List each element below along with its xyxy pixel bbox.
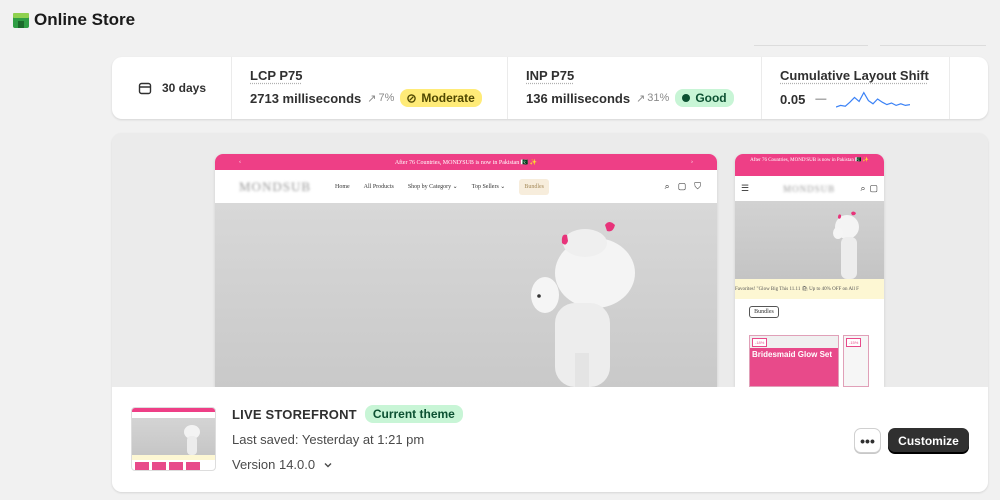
theme-preview[interactable]: ‹ After 76 Countries, MOND'SUB is now in… [112,133,988,387]
cart-icon: ⛉ [694,181,701,191]
theme-details: LIVE STOREFRONT Current theme Last saved… [232,405,463,472]
more-actions-button[interactable]: ••• [854,428,881,453]
store-nav: MONDSUB Home All Products Shop by Catego… [215,170,717,203]
web-vitals-bar: 30 days LCP P75 2713 milliseconds ↗ 7% M… [112,57,988,119]
page-title: Online Store [34,10,136,29]
bundles-heading: Bundles [749,306,779,318]
mobile-nav: ☰ MONDSUB ⌕ ▢ [735,176,884,201]
arrow-up-right-icon: ↗ [367,92,377,105]
metric-label: Cumulative Layout Shift [780,68,929,83]
figure-image [531,222,635,387]
version-label: Version 14.0.0 [232,457,316,472]
metric-value: 0.05 [780,91,806,107]
metric-trend: ↗ 7% [367,92,395,105]
nav-home: Home [335,183,350,190]
metric-lcp[interactable]: LCP P75 2713 milliseconds ↗ 7% Moderate [232,57,508,119]
theme-info: LIVE STOREFRONT Current theme Last saved… [112,387,988,492]
arrow-up-right-icon: ↗ [636,92,646,105]
nav-shop-by-category: Shop by Category ⌄ [407,184,458,190]
desktop-preview: ‹ After 76 Countries, MOND'SUB is now in… [215,154,717,387]
product-card: -18% Bridesmaid Glow Set [749,335,839,387]
date-range-selector[interactable]: 30 days [112,57,232,119]
theme-title: LIVE STOREFRONT [232,406,357,422]
chevron-down-icon [324,462,332,467]
figure-image [833,211,859,279]
bag-icon: ▢ [869,183,878,193]
metric-label: LCP P75 [250,68,303,83]
chevron-left-icon: ‹ [239,159,241,165]
last-saved: Last saved: Yesterday at 1:21 pm [232,432,425,447]
figure-image [184,425,200,455]
discount-tag: -15% [846,338,862,347]
hidden-tab [754,38,868,46]
current-theme-badge: Current theme [364,405,463,423]
metric-label: INP P75 [526,68,575,83]
announcement-bar: ‹ After 76 Countries, MOND'SUB is now in… [215,154,717,170]
discount-tag: -18% [752,338,768,347]
mobile-preview: After 76 Countries, MOND'SUB is now in P… [735,154,884,387]
brand-logo: MONDSUB [239,178,312,194]
metric-cls[interactable]: Cumulative Layout Shift 0.05 — [762,57,950,119]
store-icon [13,13,29,28]
theme-card: ‹ After 76 Countries, MOND'SUB is now in… [112,133,988,492]
hidden-tab [880,38,986,46]
gauge-icon [407,93,417,103]
menu-icon: ☰ [741,183,750,193]
metric-value: 136 milliseconds [526,90,631,106]
metric-trend: ↗ 31% [636,92,670,105]
date-range-label: 30 days [162,81,207,95]
metric-inp[interactable]: INP P75 136 milliseconds ↗ 31% Good [508,57,762,119]
theme-thumbnail[interactable] [131,407,216,471]
announcement-bar: After 76 Countries, MOND'SUB is now in P… [735,154,884,176]
nav-top-sellers: Top Sellers ⌄ [471,184,506,190]
nav-bundles: Bundles [519,178,549,195]
promo-ticker: Favorites! "Glow Big This 11.11 🛍 Up to … [735,279,884,299]
customize-button[interactable]: Customize [888,428,969,453]
nav-icons: ⌕ ▢ ⛉ [665,181,701,192]
cls-sparkline [836,91,911,108]
status-dot-icon [682,94,691,102]
calendar-icon [138,82,152,95]
search-icon: ⌕ [664,181,670,191]
app-header: Online Store [12,10,135,30]
bag-icon: ▢ [677,181,687,191]
search-icon: ⌕ [860,183,866,193]
brand-logo: MONDSUB [783,183,836,194]
metric-overflow [950,57,988,119]
product-title: Bridesmaid Glow Set [750,348,838,386]
hero-image [735,201,884,279]
nav-links: Home All Products Shop by Category ⌄ Top… [335,178,549,195]
product-card: -15% [843,335,869,387]
status-badge: Good [675,89,734,107]
nav-all-products: All Products [363,183,394,190]
sparkline-path [836,91,911,108]
status-badge: Moderate [400,89,482,107]
metric-trend: — [815,93,827,105]
chevron-right-icon: › [691,159,693,165]
metric-value: 2713 milliseconds [250,90,362,106]
hero-image [215,203,717,387]
version-dropdown[interactable]: Version 14.0.0 [232,457,463,472]
